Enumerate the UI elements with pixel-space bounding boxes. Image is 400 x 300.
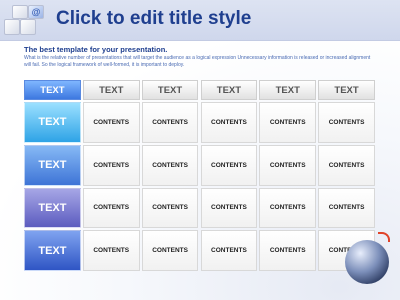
intro-body[interactable]: What is the relative number of presentat… — [24, 55, 374, 69]
cube-icon: @ — [28, 5, 44, 19]
table-cell[interactable]: CONTENTS — [200, 187, 258, 229]
table-column-header[interactable]: TEXT — [318, 80, 375, 100]
table-cell[interactable]: CONTENTS — [82, 230, 140, 271]
cube-icon — [4, 19, 20, 35]
intro-heading[interactable]: The best template for your presentation. — [24, 45, 167, 54]
table-cell[interactable]: CONTENTS — [259, 230, 317, 271]
table-cell[interactable]: CONTENTS — [200, 230, 258, 271]
table-cell[interactable]: CONTENTS — [318, 102, 375, 143]
table-cell[interactable]: CONTENTS — [141, 144, 199, 186]
table-cell[interactable]: CONTENTS — [141, 230, 199, 271]
table-column-header[interactable]: TEXT — [82, 80, 140, 100]
table-cell[interactable]: CONTENTS — [82, 144, 140, 186]
table-cell[interactable]: CONTENTS — [200, 102, 258, 143]
table-cell[interactable]: CONTENTS — [82, 102, 140, 143]
globe-icon — [345, 240, 389, 284]
table-row-header[interactable]: TEXT — [24, 187, 81, 229]
slide-title[interactable]: Click to edit title style — [56, 8, 251, 30]
table-cell[interactable]: CONTENTS — [82, 187, 140, 229]
table-cell[interactable]: CONTENTS — [259, 187, 317, 229]
table-cell[interactable]: CONTENTS — [141, 187, 199, 229]
table-corner-header[interactable]: TEXT — [24, 80, 81, 100]
table-cell[interactable]: CONTENTS — [318, 144, 375, 186]
table-column-header[interactable]: TEXT — [259, 80, 317, 100]
table-cell[interactable]: CONTENTS — [200, 144, 258, 186]
at-sign-glyph: @ — [31, 7, 41, 17]
table-column-header[interactable]: TEXT — [200, 80, 258, 100]
table-cell[interactable]: CONTENTS — [259, 144, 317, 186]
cubes-logo-icon: @ — [4, 3, 44, 37]
contents-table: TEXT TEXT TEXT TEXT TEXT TEXT TEXT CONTENTS CONT… — [24, 80, 377, 273]
table-cell[interactable]: CONTENTS — [141, 102, 199, 143]
table-column-header[interactable]: TEXT — [141, 80, 199, 100]
table-cell[interactable]: CONTENTS — [318, 187, 375, 229]
table-row-header[interactable]: TEXT — [24, 230, 81, 271]
cube-icon — [12, 5, 28, 19]
table-row-header[interactable]: TEXT — [24, 102, 81, 143]
table-row-header[interactable]: TEXT — [24, 144, 81, 186]
cube-icon — [20, 19, 36, 35]
table-cell[interactable]: CONTENTS — [259, 102, 317, 143]
